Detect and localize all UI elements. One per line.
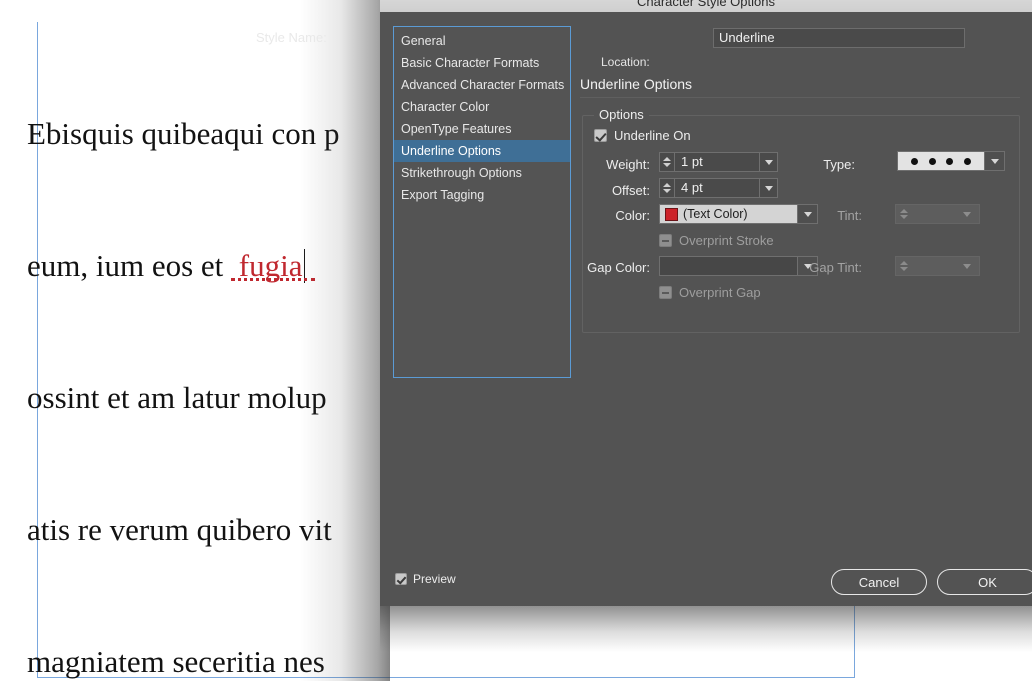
category-item-underline-options[interactable]: Underline Options (394, 140, 570, 162)
doc-line: magniatem seceritia nes (27, 644, 325, 679)
gap-tint-dropdown-chevron-icon (955, 257, 979, 275)
dialog-title: Character Style Options (636, 0, 775, 9)
location-label: Location: (601, 55, 650, 69)
category-item-character-color[interactable]: Character Color (394, 96, 570, 118)
underline-on-label: Underline On (614, 128, 691, 143)
color-label: Color: (615, 208, 650, 223)
offset-dropdown-chevron-icon[interactable] (759, 179, 777, 197)
preview-label: Preview (413, 572, 456, 586)
preview-row[interactable]: Preview (395, 572, 456, 586)
options-group-legend: Options (594, 107, 649, 122)
weight-dropdown-chevron-icon[interactable] (759, 153, 777, 171)
color-dropdown[interactable]: (Text Color) (659, 204, 818, 224)
category-item-general[interactable]: General (394, 30, 570, 52)
gap-color-label: Gap Color: (587, 260, 650, 275)
category-item-opentype-features[interactable]: OpenType Features (394, 118, 570, 140)
overprint-gap-checkbox (659, 286, 672, 299)
style-name-label: Style Name: (256, 30, 327, 45)
screen: Ebisquis quibeaqui con p eum, ium eos et… (0, 0, 1032, 681)
overprint-stroke-checkbox (659, 234, 672, 247)
tint-value (911, 205, 955, 223)
section-divider (580, 97, 1020, 98)
category-item-basic-character-formats[interactable]: Basic Character Formats (394, 52, 570, 74)
styled-word-fugia: fugia (238, 248, 303, 283)
category-item-strikethrough-options[interactable]: Strikethrough Options (394, 162, 570, 184)
tint-spinner-icon (896, 205, 911, 223)
style-name-input[interactable]: Underline (713, 28, 965, 48)
weight-label: Weight: (606, 157, 650, 172)
underline-type-dotted-preview-icon (898, 152, 984, 170)
section-title: Underline Options (580, 76, 693, 92)
cancel-button[interactable]: Cancel (831, 569, 927, 595)
overprint-gap-label: Overprint Gap (679, 285, 761, 300)
color-swatch-icon (665, 207, 678, 221)
gap-tint-stepper (895, 256, 980, 276)
offset-label: Offset: (611, 183, 650, 198)
color-value: (Text Color) (683, 207, 748, 221)
tint-dropdown-chevron-icon (955, 205, 979, 223)
type-label: Type: (823, 157, 855, 172)
offset-stepper[interactable]: 4 pt (659, 178, 778, 198)
offset-value[interactable]: 4 pt (675, 179, 759, 197)
offset-spinner-icon[interactable] (660, 179, 675, 197)
underline-on-row[interactable]: Underline On (594, 128, 691, 143)
underline-on-checkbox[interactable] (594, 129, 607, 142)
dialog-titlebar[interactable]: Character Style Options (380, 0, 1032, 12)
preview-checkbox[interactable] (395, 573, 407, 585)
weight-stepper[interactable]: 1 pt (659, 152, 778, 172)
category-item-export-tagging[interactable]: Export Tagging (394, 184, 570, 206)
gap-tint-label: Gap Tint: (809, 260, 862, 275)
overprint-stroke-row: Overprint Stroke (659, 233, 774, 248)
category-list[interactable]: General Basic Character Formats Advanced… (393, 26, 571, 378)
gap-tint-value (911, 257, 955, 275)
weight-value[interactable]: 1 pt (675, 153, 759, 171)
doc-line-prefix: eum, ium eos et (27, 248, 239, 283)
gap-tint-spinner-icon (896, 257, 911, 275)
ok-button[interactable]: OK (937, 569, 1032, 595)
category-item-advanced-character-formats[interactable]: Advanced Character Formats (394, 74, 570, 96)
type-dropdown-chevron-icon[interactable] (984, 152, 1004, 170)
type-dropdown[interactable] (897, 151, 1005, 171)
tint-label: Tint: (837, 208, 862, 223)
overprint-stroke-label: Overprint Stroke (679, 233, 774, 248)
tint-stepper (895, 204, 980, 224)
color-field[interactable]: (Text Color) (660, 205, 797, 223)
options-group-box (582, 115, 1020, 333)
weight-spinner-icon[interactable] (660, 153, 675, 171)
overprint-gap-row: Overprint Gap (659, 285, 761, 300)
